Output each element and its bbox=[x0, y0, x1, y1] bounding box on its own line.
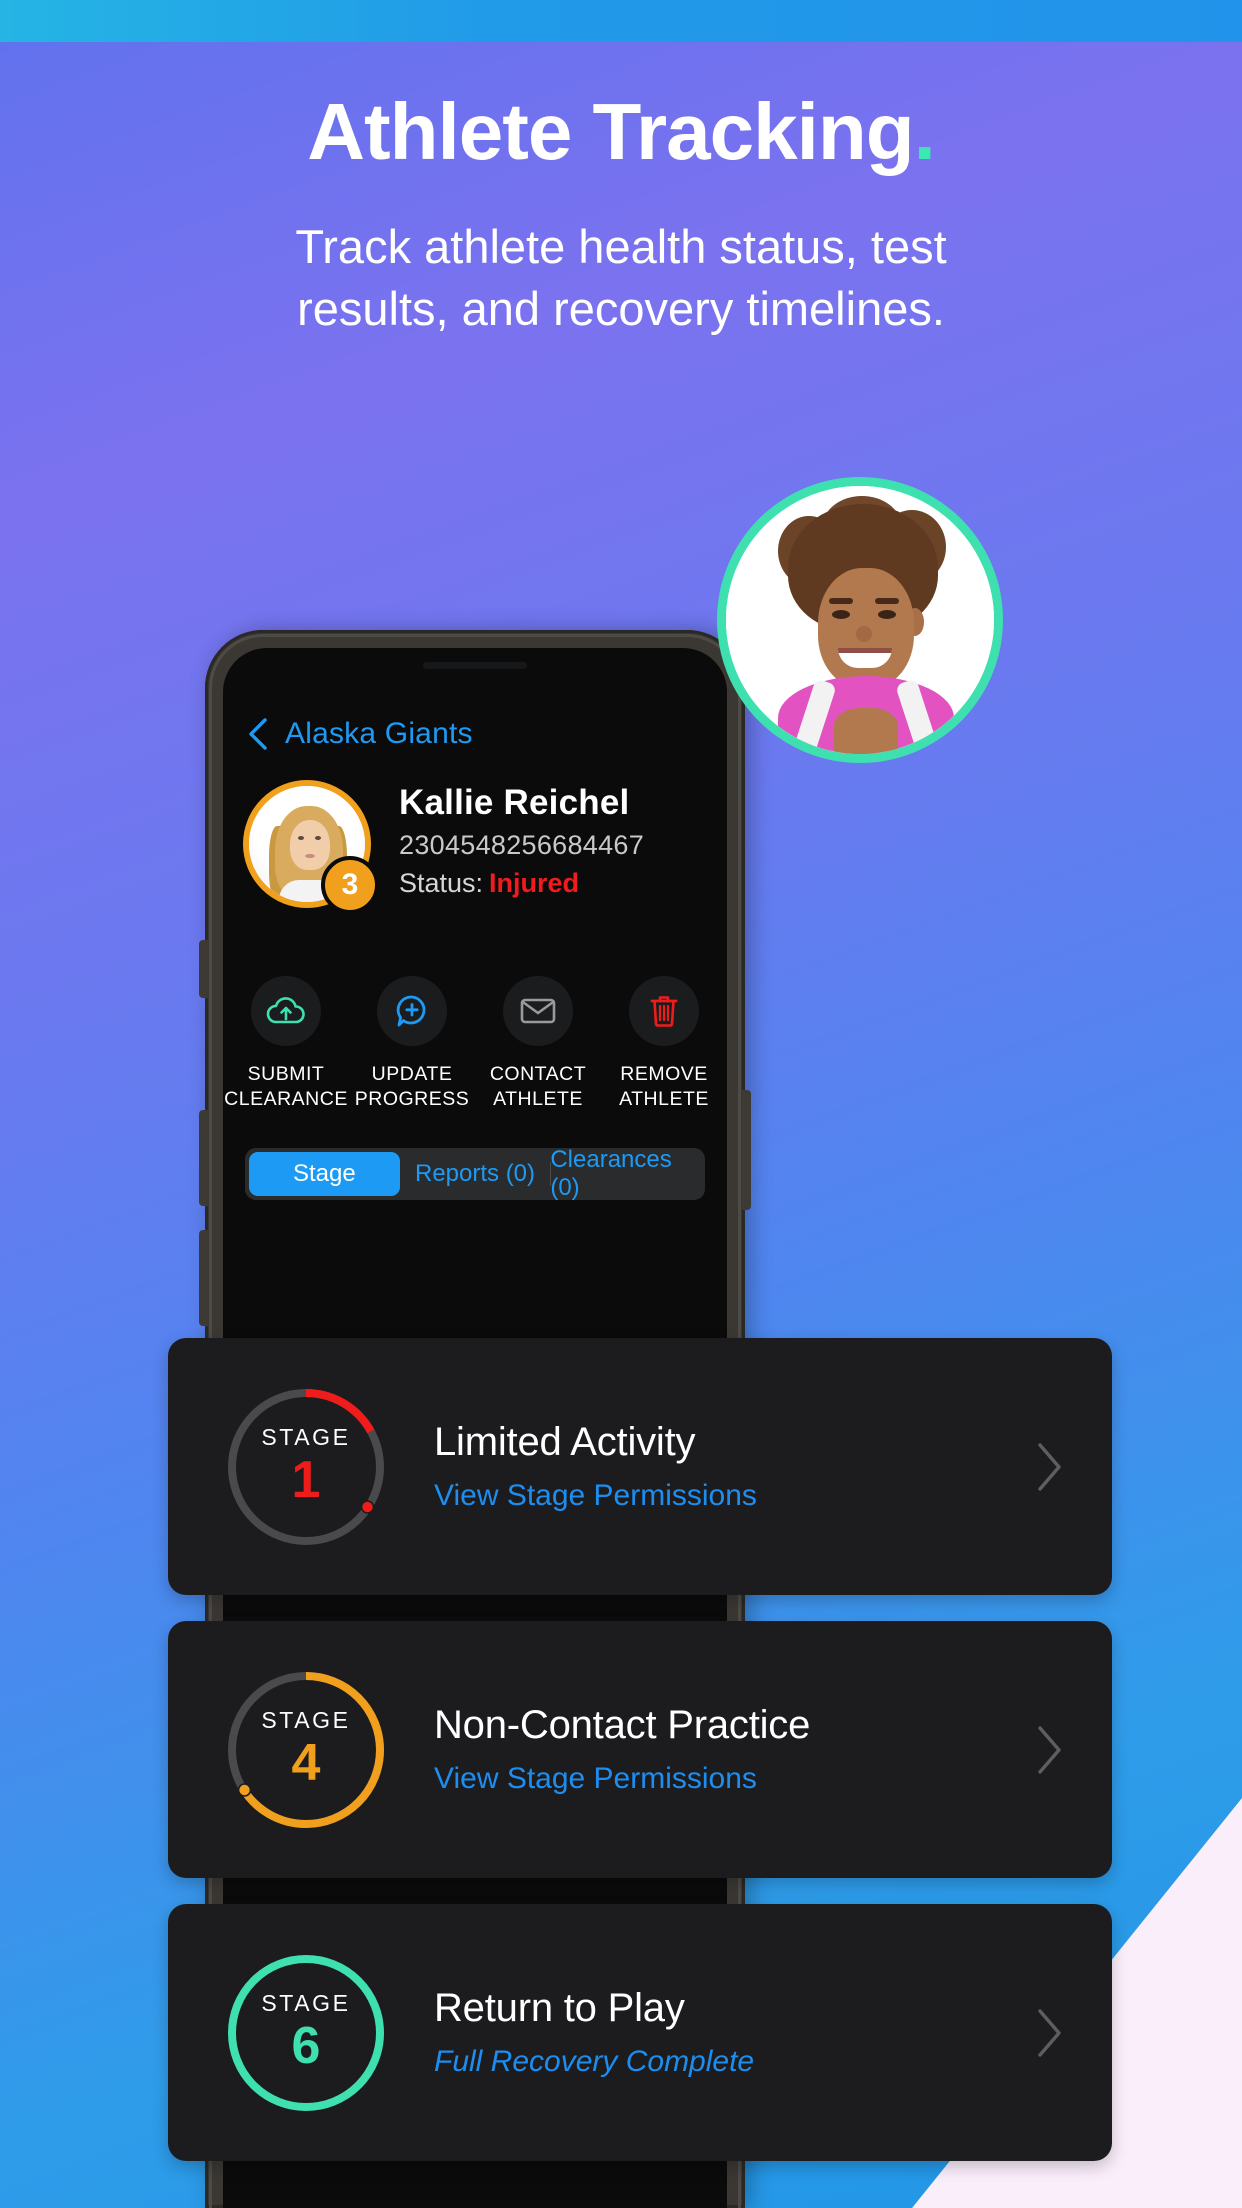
avatar-wrapper: 3 bbox=[243, 780, 379, 914]
chevron-right-icon[interactable] bbox=[1032, 1724, 1066, 1776]
athlete-name: Kallie Reichel bbox=[399, 783, 630, 822]
avatar-stage-badge: 3 bbox=[321, 856, 379, 914]
contact-athlete-label: CONTACT ATHLETE bbox=[490, 1062, 586, 1113]
chevron-left-icon[interactable] bbox=[245, 717, 269, 751]
page-title-dot: . bbox=[913, 87, 936, 176]
stage-status-text[interactable]: Full Recovery Complete bbox=[434, 2045, 1032, 2079]
tab-reports[interactable]: Reports (0) bbox=[400, 1152, 551, 1196]
remove-athlete-button[interactable]: REMOVE ATHLETE bbox=[601, 976, 727, 1113]
phone-volume-down-button[interactable] bbox=[199, 1230, 208, 1326]
stage-text: Return to Play Full Recovery Complete bbox=[434, 1986, 1032, 2079]
submit-clearance-button[interactable]: SUBMIT CLEARANCE bbox=[223, 976, 349, 1113]
stage-word: STAGE bbox=[261, 1706, 351, 1733]
contact-athlete-icon-bg bbox=[503, 976, 573, 1046]
chevron-right-icon[interactable] bbox=[1032, 1441, 1066, 1493]
trash-icon bbox=[650, 996, 678, 1027]
action-row: SUBMIT CLEARANCE UPDATE PROGRESS CONTACT… bbox=[223, 976, 727, 1113]
label-line-1: CONTACT bbox=[489, 1063, 587, 1085]
status-badge: Injured bbox=[489, 868, 580, 898]
stage-text: Limited Activity View Stage Permissions bbox=[434, 1420, 1032, 1513]
header: Athlete Tracking. Track athlete health s… bbox=[0, 90, 1242, 340]
phone-power-button[interactable] bbox=[742, 1090, 751, 1210]
stage-ring-label: STAGE 6 bbox=[220, 1947, 392, 2119]
envelope-icon bbox=[520, 998, 556, 1024]
phone-mute-button[interactable] bbox=[199, 940, 208, 998]
phone-volume-up-button[interactable] bbox=[199, 1110, 208, 1206]
stage-text: Non-Contact Practice View Stage Permissi… bbox=[434, 1703, 1032, 1796]
tab-separator bbox=[550, 1162, 552, 1186]
remove-athlete-label: REMOVE ATHLETE bbox=[619, 1062, 709, 1113]
tab-stage[interactable]: Stage bbox=[249, 1152, 400, 1196]
label-line-2: ATHLETE bbox=[493, 1088, 583, 1111]
chevron-right-icon[interactable] bbox=[1032, 2007, 1066, 2059]
update-progress-label: UPDATE PROGRESS bbox=[355, 1062, 470, 1113]
stage-number: 6 bbox=[291, 2016, 321, 2075]
background-top-strip bbox=[0, 0, 1242, 42]
stage-title: Return to Play bbox=[434, 1986, 685, 2030]
page-subtitle: Track athlete health status, test result… bbox=[295, 220, 947, 336]
update-progress-icon-bg bbox=[377, 976, 447, 1046]
hero-athlete-photo bbox=[717, 477, 1003, 763]
label-line-2: PROGRESS bbox=[354, 1088, 470, 1111]
tab-clearances-label: Clearances (0) bbox=[550, 1146, 672, 1201]
status-row: Status: Injured bbox=[399, 868, 644, 899]
tab-bar: Stage Reports (0) Clearances (0) bbox=[245, 1146, 705, 1201]
page-title: Athlete Tracking. bbox=[0, 90, 1242, 174]
label-line-2: ATHLETE bbox=[619, 1088, 709, 1111]
stage-number: 4 bbox=[291, 1733, 321, 1792]
label-line-1: REMOVE bbox=[620, 1063, 708, 1085]
stage-ring-label: STAGE 1 bbox=[220, 1381, 392, 1553]
chat-plus-icon bbox=[396, 995, 426, 1027]
athlete-info: Kallie Reichel 2304548256684467 Status: I… bbox=[399, 780, 644, 908]
app-nav-bar: Alaska Giants bbox=[223, 698, 727, 770]
stage-card[interactable]: STAGE 4 Non-Contact Practice View Stage … bbox=[168, 1621, 1112, 1878]
contact-athlete-button[interactable]: CONTACT ATHLETE bbox=[475, 976, 601, 1113]
stage-card[interactable]: STAGE 6 Return to Play Full Recovery Com… bbox=[168, 1904, 1112, 2161]
stage-permissions-link[interactable]: View Stage Permissions bbox=[434, 1479, 1032, 1513]
stage-word: STAGE bbox=[261, 1989, 351, 2016]
stage-ring-label: STAGE 4 bbox=[220, 1664, 392, 1836]
stage-progress-ring: STAGE 6 bbox=[220, 1947, 392, 2119]
stage-permissions-link[interactable]: View Stage Permissions bbox=[434, 1762, 1032, 1796]
label-line-1: UPDATE bbox=[371, 1063, 453, 1085]
remove-athlete-icon-bg bbox=[629, 976, 699, 1046]
stage-title: Limited Activity bbox=[434, 1420, 696, 1464]
cloud-upload-icon bbox=[266, 997, 305, 1024]
stage-word: STAGE bbox=[261, 1423, 351, 1450]
status-label: Status: bbox=[399, 868, 484, 898]
stage-card[interactable]: STAGE 1 Limited Activity View Stage Perm… bbox=[168, 1338, 1112, 1595]
tab-clearances[interactable]: Clearances (0) bbox=[550, 1146, 701, 1201]
update-progress-button[interactable]: UPDATE PROGRESS bbox=[349, 976, 475, 1113]
phone-earpiece-speaker bbox=[423, 662, 527, 669]
submit-clearance-label: SUBMIT CLEARANCE bbox=[224, 1062, 348, 1113]
stage-number: 1 bbox=[291, 1450, 321, 1509]
label-line-2: CLEARANCE bbox=[224, 1088, 348, 1111]
nav-title[interactable]: Alaska Giants bbox=[285, 717, 473, 751]
stage-progress-ring: STAGE 4 bbox=[220, 1664, 392, 1836]
stage-progress-ring: STAGE 1 bbox=[220, 1381, 392, 1553]
submit-clearance-icon-bg bbox=[251, 976, 321, 1046]
page-title-text: Athlete Tracking bbox=[307, 87, 914, 176]
hero-photo-inner bbox=[726, 486, 994, 754]
stage-title: Non-Contact Practice bbox=[434, 1703, 811, 1747]
athlete-id: 2304548256684467 bbox=[399, 830, 645, 860]
label-line-1: SUBMIT bbox=[247, 1063, 325, 1085]
athlete-summary: 3 Kallie Reichel 2304548256684467 Status… bbox=[223, 780, 727, 914]
